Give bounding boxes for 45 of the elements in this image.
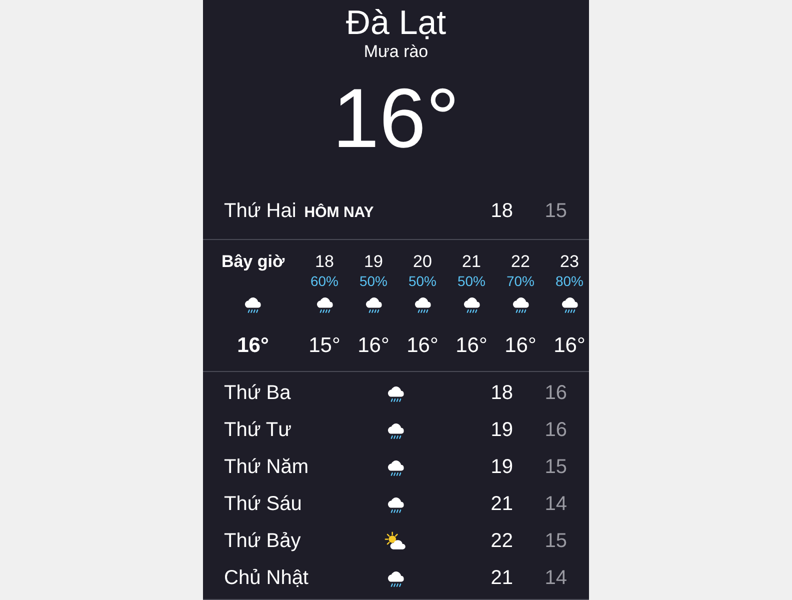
hour-label: 22 <box>511 252 530 272</box>
rain-chance: 50% <box>408 273 437 290</box>
rain-chance: 50% <box>457 273 486 290</box>
rain-chance: 80% <box>555 273 584 290</box>
high-temperature: 18 <box>490 382 513 405</box>
day-name: Thứ Năm <box>224 456 310 479</box>
low-temperature: 16 <box>544 419 567 442</box>
rain-chance: 70% <box>506 273 535 290</box>
hour-label: 21 <box>462 252 481 272</box>
day-name: Thứ Sáu <box>224 493 303 516</box>
city-name: Đà Lạt <box>346 4 446 42</box>
high-temperature: 19 <box>490 419 513 442</box>
day-name: Thứ Hai <box>224 200 296 223</box>
hour-label: 19 <box>364 252 383 272</box>
hour-label: Bây giờ <box>221 252 285 272</box>
rain-chance: 60% <box>310 273 339 290</box>
high-temperature: 22 <box>490 530 513 553</box>
day-name: Thứ Bảy <box>224 530 302 553</box>
low-temperature: 14 <box>544 493 567 516</box>
hour-temperature: 16° <box>406 334 438 358</box>
hour-temperature: 16° <box>504 334 536 358</box>
low-temperature: 15 <box>544 456 567 479</box>
current-temperature: 16° <box>332 76 460 160</box>
day-name: Thứ Ba <box>224 382 292 405</box>
hour-temperature: 16° <box>554 334 586 358</box>
high-temperature: 21 <box>490 567 513 590</box>
low-temperature: 16 <box>544 382 567 405</box>
high-temperature: 18 <box>490 200 513 223</box>
low-temperature: 15 <box>544 200 567 223</box>
high-temperature: 19 <box>490 456 513 479</box>
day-name: Chủ Nhật <box>224 567 310 590</box>
condition-text: Mưa rào <box>364 42 428 62</box>
rain-chance: 50% <box>359 273 388 290</box>
hour-temperature: 15° <box>308 334 340 358</box>
low-temperature: 15 <box>544 530 567 553</box>
hour-temperature: 16° <box>237 334 269 358</box>
hour-temperature: 16° <box>456 334 488 358</box>
today-label: HÔM NAY <box>304 204 375 221</box>
day-name: Thứ Tư <box>224 419 293 442</box>
hour-label: 20 <box>413 252 432 272</box>
high-temperature: 21 <box>490 493 513 516</box>
low-temperature: 14 <box>544 567 567 590</box>
hour-label: 23 <box>560 252 579 272</box>
hour-temperature: 16° <box>358 334 390 358</box>
hour-label: 18 <box>315 252 334 272</box>
